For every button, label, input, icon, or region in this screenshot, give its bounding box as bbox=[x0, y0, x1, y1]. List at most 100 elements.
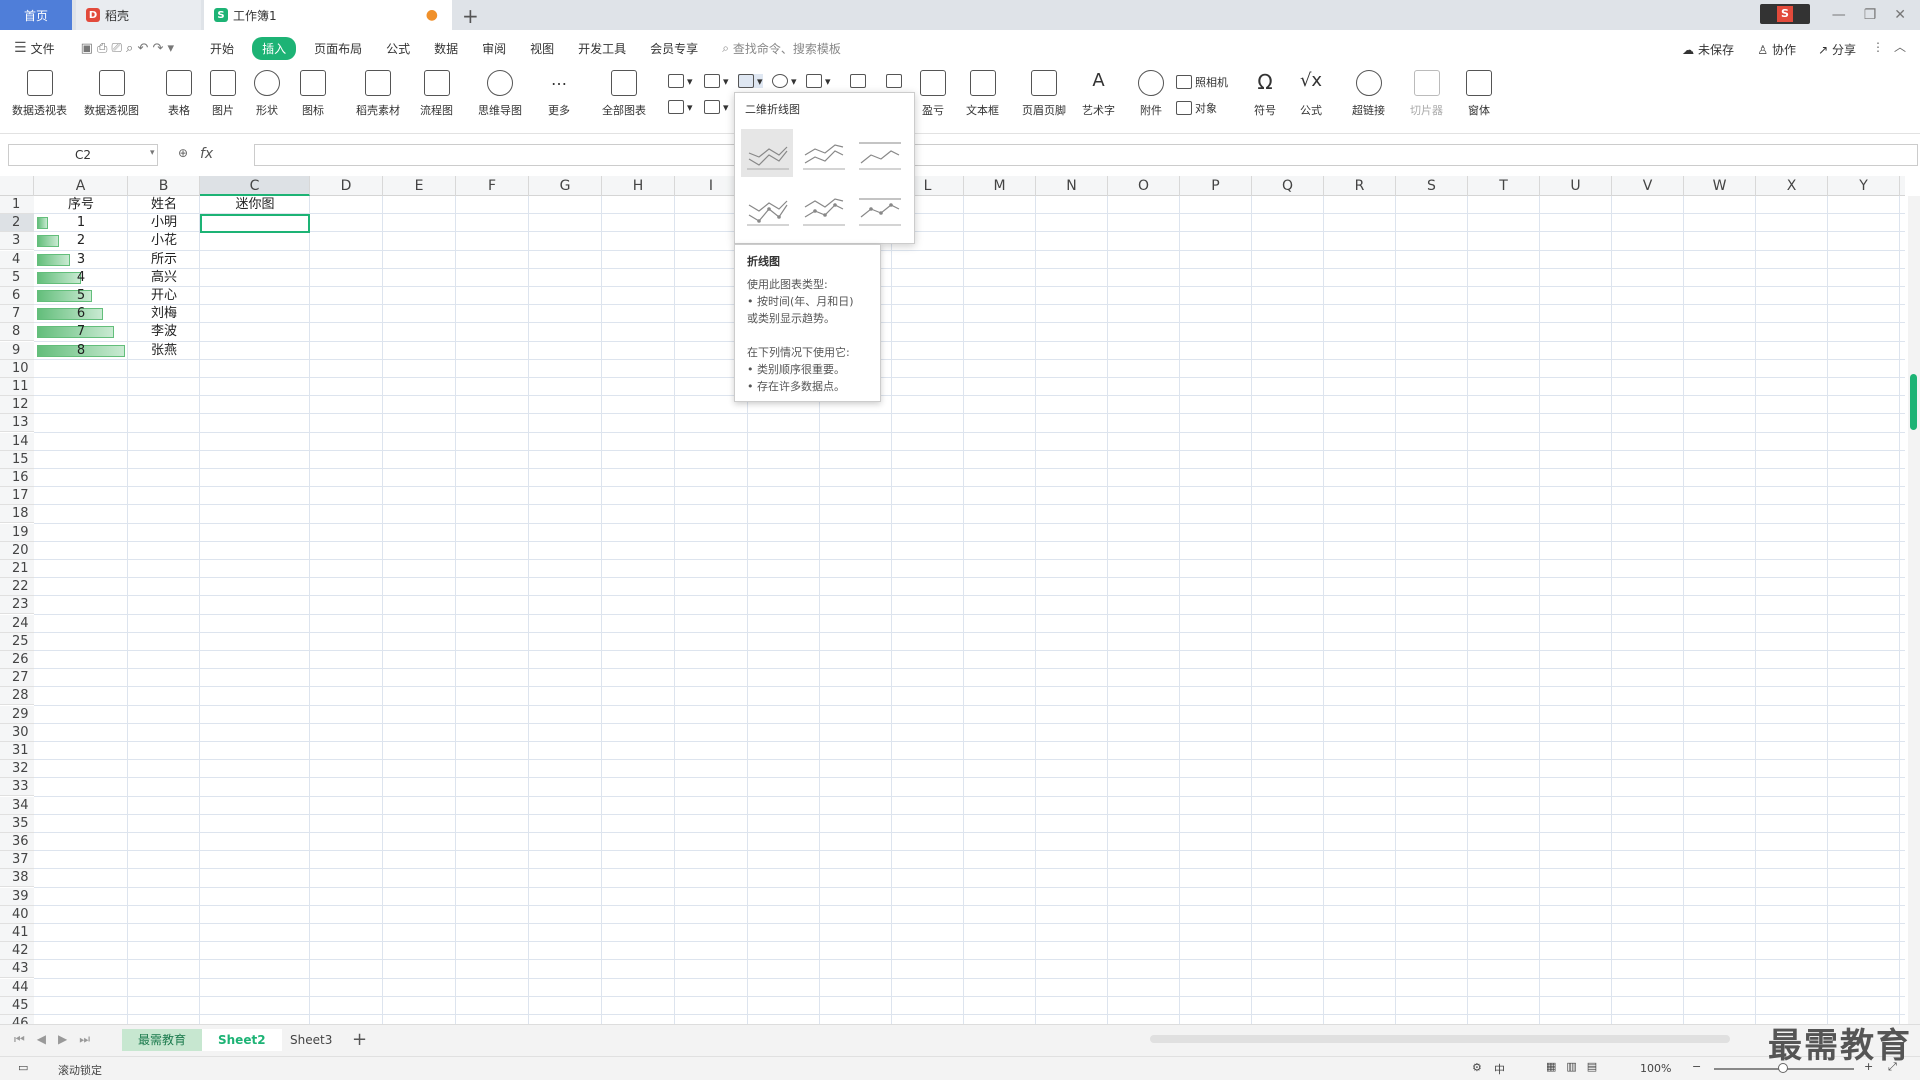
column-header-F[interactable]: F bbox=[456, 176, 529, 196]
cell-A9[interactable]: 8 bbox=[34, 342, 128, 360]
unsaved-status[interactable]: ☁ 未保存 bbox=[1682, 41, 1734, 58]
tab-workbook[interactable]: S 工作簿1 ● bbox=[204, 0, 452, 30]
tab-home[interactable]: 首页 bbox=[0, 0, 72, 30]
new-tab-button[interactable]: + bbox=[462, 4, 479, 28]
column-header-D[interactable]: D bbox=[310, 176, 383, 196]
formula-input[interactable] bbox=[254, 144, 1918, 166]
row-header-42[interactable]: 42 bbox=[0, 942, 34, 961]
cell-B2[interactable]: 小明 bbox=[128, 214, 200, 232]
icon-button[interactable]: 图标 bbox=[300, 70, 326, 118]
collapse-ribbon-icon[interactable]: ︿ bbox=[1894, 38, 1906, 55]
spreadsheet-grid[interactable]: ABCDEFGHIJKLMNOPQRSTUVWXY 12345678910111… bbox=[0, 176, 1905, 1024]
stacked-line-markers-option[interactable] bbox=[797, 185, 849, 233]
pivot-table-button[interactable]: 数据透视表 bbox=[12, 70, 67, 118]
row-header-13[interactable]: 13 bbox=[0, 414, 34, 433]
pie-chart-button[interactable]: ▾ bbox=[772, 74, 797, 88]
column-header-P[interactable]: P bbox=[1180, 176, 1252, 196]
menu-member[interactable]: 会员专享 bbox=[638, 40, 710, 57]
share-button[interactable]: ↗ 分享 bbox=[1818, 41, 1856, 58]
row-header-5[interactable]: 5 bbox=[0, 268, 34, 287]
table-button[interactable]: 表格 bbox=[166, 70, 192, 118]
formula-button[interactable]: √x 公式 bbox=[1298, 70, 1324, 118]
row-header-32[interactable]: 32 bbox=[0, 760, 34, 779]
row-header-29[interactable]: 29 bbox=[0, 705, 34, 724]
row-header-41[interactable]: 41 bbox=[0, 924, 34, 942]
column-header-W[interactable]: W bbox=[1684, 176, 1756, 196]
cell-B1[interactable]: 姓名 bbox=[128, 196, 200, 214]
shape-button[interactable]: 形状 bbox=[254, 70, 280, 118]
cell-B5[interactable]: 高兴 bbox=[128, 269, 200, 287]
quick-access-icons[interactable]: ▣ ⎙ ⎚ ⌕ ↶ ↷ ▾ bbox=[81, 41, 174, 56]
minimize-icon[interactable]: — bbox=[1832, 7, 1846, 23]
selected-cell-C2[interactable] bbox=[200, 214, 310, 233]
menu-insert[interactable]: 插入 bbox=[252, 36, 297, 60]
column-header-Q[interactable]: Q bbox=[1252, 176, 1324, 196]
all-charts-button[interactable]: 全部图表 bbox=[602, 70, 646, 118]
row-header-27[interactable]: 27 bbox=[0, 669, 34, 688]
form-button[interactable]: 窗体 bbox=[1466, 70, 1492, 118]
column-header-R[interactable]: R bbox=[1324, 176, 1396, 196]
more-options-icon[interactable]: ⋮ bbox=[1872, 40, 1884, 54]
row-header-14[interactable]: 14 bbox=[0, 432, 34, 451]
pivot-chart-button[interactable]: 数据透视图 bbox=[84, 70, 139, 118]
cell-A2[interactable]: 1 bbox=[34, 214, 128, 232]
menu-hamburger-icon[interactable]: ☰ bbox=[14, 40, 27, 56]
row-header-43[interactable]: 43 bbox=[0, 960, 34, 979]
row-header-15[interactable]: 15 bbox=[0, 450, 34, 469]
row-header-33[interactable]: 33 bbox=[0, 778, 34, 797]
sparkline-line-button[interactable] bbox=[850, 74, 866, 88]
ime-status[interactable]: 中 bbox=[1494, 1061, 1505, 1077]
cell-A4[interactable]: 3 bbox=[34, 251, 128, 269]
row-header-18[interactable]: 18 bbox=[0, 505, 34, 524]
column-header-A[interactable]: A bbox=[34, 176, 128, 196]
command-search[interactable]: 查找命令、搜索模板 bbox=[733, 40, 841, 57]
column-header-N[interactable]: N bbox=[1036, 176, 1108, 196]
row-header-2[interactable]: 2 bbox=[0, 214, 34, 233]
row-header-20[interactable]: 20 bbox=[0, 541, 34, 560]
row-header-39[interactable]: 39 bbox=[0, 887, 34, 906]
line-chart-option[interactable] bbox=[741, 129, 793, 177]
menu-start[interactable]: 开始 bbox=[198, 40, 246, 57]
fx-label[interactable]: fx bbox=[200, 146, 213, 162]
cell-B9[interactable]: 张燕 bbox=[128, 342, 200, 360]
cell-A7[interactable]: 6 bbox=[34, 305, 128, 323]
area-chart-button[interactable]: ▾ bbox=[668, 100, 693, 114]
row-header-1[interactable]: 1 bbox=[0, 196, 34, 214]
stock-chart-button[interactable]: ▾ bbox=[806, 74, 831, 88]
vertical-scroll-thumb[interactable] bbox=[1910, 374, 1917, 430]
view-mode-icon[interactable]: ⚙ bbox=[1472, 1061, 1482, 1074]
column-header-E[interactable]: E bbox=[383, 176, 456, 196]
attachment-button[interactable]: 附件 bbox=[1138, 70, 1164, 118]
row-header-45[interactable]: 45 bbox=[0, 996, 34, 1015]
row-header-36[interactable]: 36 bbox=[0, 833, 34, 851]
row-header-28[interactable]: 28 bbox=[0, 687, 34, 706]
wordart-button[interactable]: A 艺术字 bbox=[1082, 70, 1115, 118]
row-header-10[interactable]: 10 bbox=[0, 359, 34, 378]
combo-chart-button[interactable]: ▾ bbox=[704, 100, 729, 114]
row-header-37[interactable]: 37 bbox=[0, 851, 34, 870]
sparkline-column-button[interactable] bbox=[886, 74, 902, 88]
percent-line-markers-option[interactable] bbox=[853, 185, 905, 233]
row-header-9[interactable]: 9 bbox=[0, 341, 34, 360]
tab-daoke[interactable]: D 稻壳 bbox=[76, 0, 201, 30]
header-footer-button[interactable]: 页眉页脚 bbox=[1022, 70, 1066, 118]
horizontal-scrollbar[interactable] bbox=[1150, 1035, 1730, 1043]
row-header-12[interactable]: 12 bbox=[0, 396, 34, 415]
menu-view[interactable]: 视图 bbox=[518, 40, 566, 57]
row-header-25[interactable]: 25 bbox=[0, 632, 34, 651]
row-header-35[interactable]: 35 bbox=[0, 814, 34, 833]
stacked-line-option[interactable] bbox=[797, 129, 849, 177]
row-header-22[interactable]: 22 bbox=[0, 578, 34, 597]
cell-C1[interactable]: 迷你图 bbox=[200, 196, 310, 214]
row-header-23[interactable]: 23 bbox=[0, 596, 34, 615]
percent-stacked-line-option[interactable] bbox=[853, 129, 905, 177]
row-header-4[interactable]: 4 bbox=[0, 250, 34, 269]
zoom-search-icon[interactable]: ⊕ bbox=[178, 146, 188, 160]
row-header-16[interactable]: 16 bbox=[0, 469, 34, 487]
row-header-24[interactable]: 24 bbox=[0, 614, 34, 633]
object-button[interactable]: 对象 bbox=[1176, 100, 1217, 116]
column-header-T[interactable]: T bbox=[1468, 176, 1540, 196]
column-header-Y[interactable]: Y bbox=[1828, 176, 1900, 196]
cell-A6[interactable]: 5 bbox=[34, 287, 128, 305]
column-header-U[interactable]: U bbox=[1540, 176, 1612, 196]
